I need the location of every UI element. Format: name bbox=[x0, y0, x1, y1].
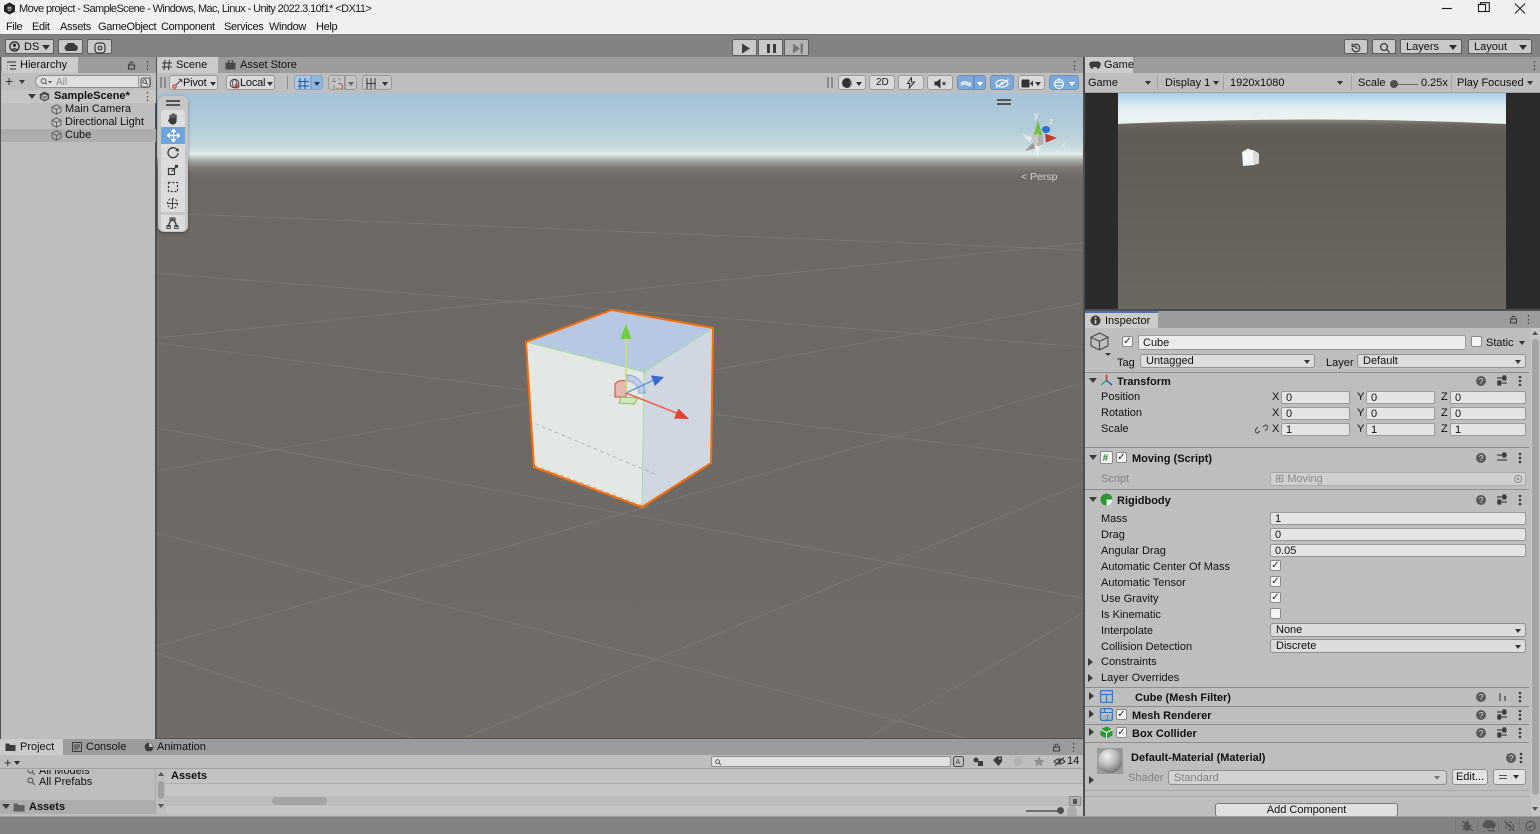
svg-text:x: x bbox=[1061, 140, 1066, 150]
svg-text:?: ? bbox=[1479, 710, 1484, 720]
svg-text:#: # bbox=[1103, 453, 1109, 464]
svg-text:?: ? bbox=[1479, 495, 1484, 505]
svg-text:A: A bbox=[956, 759, 961, 766]
svg-text:y: y bbox=[1034, 110, 1039, 120]
svg-text:?: ? bbox=[1479, 376, 1484, 386]
svg-text:?: ? bbox=[1479, 453, 1484, 463]
svg-text:?: ? bbox=[1479, 692, 1484, 702]
svg-text:◁▷: ◁▷ bbox=[1103, 714, 1114, 721]
svg-text:?: ? bbox=[1509, 753, 1514, 763]
svg-text:?: ? bbox=[1479, 728, 1484, 738]
svg-text:z: z bbox=[1049, 117, 1053, 126]
